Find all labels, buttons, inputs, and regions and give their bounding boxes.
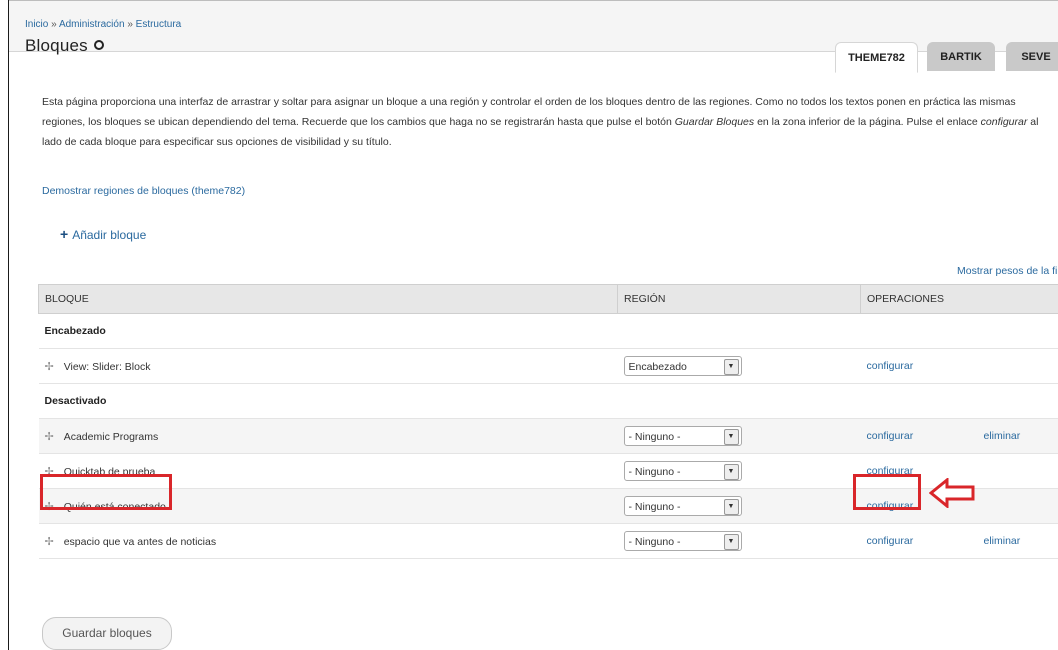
demo-regions-link[interactable]: Demostrar regiones de bloques (theme782) — [42, 185, 245, 197]
breadcrumb: Inicio » Administración » Estructura — [25, 19, 181, 30]
breadcrumb-admin[interactable]: Administración — [59, 19, 125, 30]
delete-link[interactable]: eliminar — [984, 535, 1021, 547]
description-text-2: en la zona inferior de la página. Pulse … — [754, 116, 981, 128]
blocks-table: BLOQUE REGIÓN OPERACIONES Encabezado ✢ Vi… — [38, 284, 1058, 559]
table-row: ✢ espacio que va antes de noticias - Ning… — [38, 523, 1058, 559]
column-header-block: BLOQUE — [38, 284, 618, 314]
tab-bartik[interactable]: BARTIK — [927, 42, 995, 71]
operations-cell: configurar eliminar — [860, 418, 1058, 454]
dropdown-arrow-icon: ▼ — [723, 534, 739, 550]
block-cell: ✢ espacio que va antes de noticias — [38, 523, 618, 559]
region-cell: Encabezado ▼ — [617, 348, 861, 384]
region-select-value: - Ninguno - — [628, 431, 681, 443]
dropdown-arrow-icon: ▼ — [723, 359, 739, 375]
highlight-box-block — [40, 474, 172, 510]
table-row: ✢ Academic Programs - Ninguno - ▼ configur… — [38, 418, 1058, 454]
tab-seven[interactable]: SEVE — [1006, 42, 1058, 71]
region-select[interactable]: - Ninguno - ▼ — [623, 461, 742, 481]
region-select[interactable]: - Ninguno - ▼ — [623, 496, 742, 516]
highlight-box-configure — [853, 474, 921, 510]
region-select-value: - Ninguno - — [628, 536, 681, 548]
region-cell: - Ninguno - ▼ — [617, 523, 861, 559]
breadcrumb-structure[interactable]: Estructura — [136, 19, 182, 30]
dropdown-arrow-icon: ▼ — [723, 464, 739, 480]
plus-icon: + — [60, 226, 69, 242]
drag-handle-icon[interactable]: ✢ — [45, 361, 54, 373]
drag-handle-icon[interactable]: ✢ — [45, 536, 54, 548]
region-title: Desactivado — [38, 383, 1058, 419]
region-cell: - Ninguno - ▼ — [617, 418, 861, 454]
dropdown-arrow-icon: ▼ — [723, 429, 739, 445]
block-name: Academic Programs — [63, 430, 159, 443]
operations-cell: configurar — [860, 348, 1058, 384]
window-left-border — [8, 0, 9, 650]
page-title-text: Bloques — [25, 36, 88, 55]
block-cell: ✢ View: Slider: Block — [38, 348, 618, 384]
red-arrow-left-icon — [929, 478, 975, 508]
region-select[interactable]: Encabezado ▼ — [623, 356, 742, 376]
table-header-row: BLOQUE REGIÓN OPERACIONES — [38, 284, 1058, 314]
dropdown-arrow-icon: ▼ — [723, 499, 739, 515]
region-select[interactable]: - Ninguno - ▼ — [623, 426, 742, 446]
region-title-row: Desactivado — [38, 383, 1058, 419]
operations-cell: configurar eliminar — [860, 523, 1058, 559]
tab-theme782[interactable]: THEME782 — [835, 42, 918, 73]
column-header-region: REGIÓN — [617, 284, 861, 314]
table-row: ✢ View: Slider: Block Encabezado ▼ configu… — [38, 348, 1058, 384]
region-select-value: - Ninguno - — [628, 466, 681, 478]
breadcrumb-home[interactable]: Inicio — [25, 19, 48, 30]
block-cell: ✢ Academic Programs — [38, 418, 618, 454]
page-description: Esta página proporciona una interfaz de … — [42, 92, 1047, 152]
region-select-value: Encabezado — [628, 361, 687, 373]
add-block-link[interactable]: + Añadir bloque — [60, 226, 146, 242]
column-header-operations: OPERACIONES — [860, 284, 1058, 314]
delete-link[interactable]: eliminar — [984, 430, 1021, 442]
region-cell: - Ninguno - ▼ — [617, 488, 861, 524]
breadcrumb-separator: » — [127, 19, 133, 30]
add-block-label: Añadir bloque — [72, 228, 147, 242]
configure-link[interactable]: configurar — [867, 360, 914, 372]
breadcrumb-separator: » — [51, 19, 57, 30]
region-select[interactable]: - Ninguno - ▼ — [623, 531, 742, 551]
block-name: espacio que va antes de noticias — [63, 535, 217, 548]
region-title-row: Encabezado — [38, 313, 1058, 349]
configure-link[interactable]: configurar — [867, 535, 984, 547]
description-em-save: Guardar Bloques — [674, 116, 755, 128]
region-cell: - Ninguno - ▼ — [617, 453, 861, 489]
description-em-configure: configurar — [980, 116, 1028, 128]
save-blocks-button[interactable]: Guardar bloques — [42, 617, 172, 650]
page-title: Bloques — [25, 36, 104, 56]
drag-handle-icon[interactable]: ✢ — [45, 431, 54, 443]
region-select-value: - Ninguno - — [628, 501, 681, 513]
gear-icon[interactable] — [93, 39, 104, 50]
block-name: View: Slider: Block — [63, 360, 151, 373]
region-title: Encabezado — [38, 313, 1058, 349]
configure-link[interactable]: configurar — [867, 430, 984, 442]
show-row-weights-link[interactable]: Mostrar pesos de la fil — [957, 265, 1058, 277]
